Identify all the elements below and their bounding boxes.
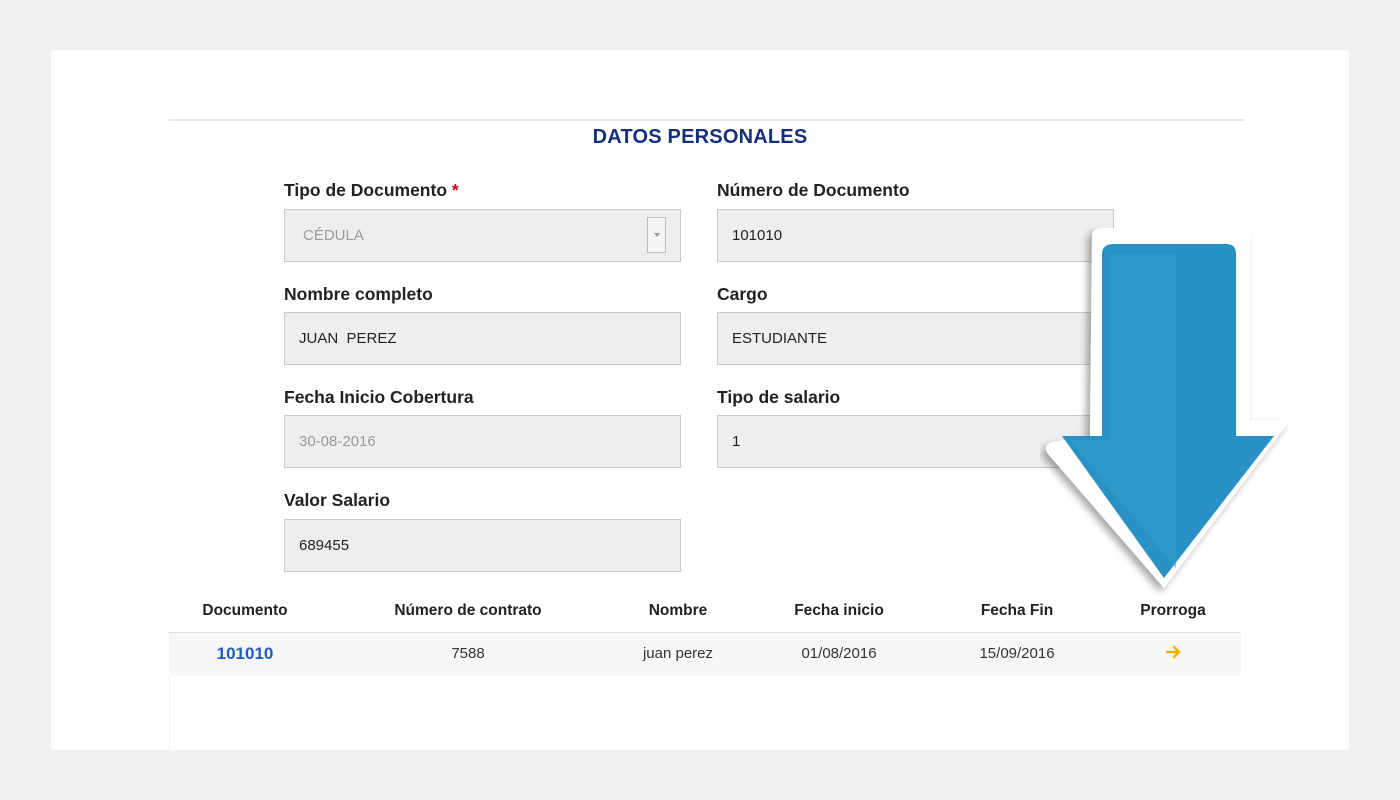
cargo-label: Cargo [717,284,768,304]
tipo-documento-label-text: Tipo de Documento [284,180,448,200]
tipo-documento-label: Tipo de Documento * [284,180,459,201]
column-header-fecha-fin: Fecha Fin [980,602,1054,619]
tipo-salario-label: Tipo de salario [717,387,841,407]
column-header-fecha-inicio: Fecha inicio [794,602,884,619]
tipo-documento-value: CÉDULA [303,227,364,244]
numero-documento-value: 101010 [732,227,783,244]
valor-salario-value: 689455 [299,537,350,554]
arrow-right-icon[interactable] [1166,644,1182,660]
tipo-documento-select[interactable]: CÉDULA [284,209,681,262]
column-header-prorroga: Prorroga [1140,602,1206,619]
divider [169,676,170,750]
nombre-completo-value: JUAN PEREZ [299,330,397,347]
nombre-cell: juan perez [642,645,714,662]
numero-documento-label: Número de Documento [717,180,910,200]
nombre-completo-field[interactable]: JUAN PEREZ [284,312,681,365]
cargo-value: ESTUDIANTE [732,330,828,347]
documento-link[interactable]: 101010 [217,644,274,664]
column-header-documento: Documento [202,602,288,619]
fecha-inicio-cobertura-value: 30-08-2016 [299,433,376,450]
column-header-nombre: Nombre [648,602,708,619]
chevron-down-icon[interactable] [647,217,666,253]
required-mark: * [451,180,459,200]
contrato-cell: 7588 [451,645,485,662]
nombre-completo-label: Nombre completo [284,284,433,304]
fecha-inicio-cell: 01/08/2016 [801,645,877,662]
section-title: DATOS PERSONALES [592,126,808,148]
down-arrow-callout-icon [1045,228,1288,588]
divider [169,119,1244,121]
tipo-salario-value: 1 [732,433,741,450]
column-header-numero-contrato: Número de contrato [394,602,542,619]
fecha-inicio-cobertura-label: Fecha Inicio Cobertura [284,387,474,407]
fecha-inicio-cobertura-field[interactable]: 30-08-2016 [284,415,681,468]
valor-salario-field[interactable]: 689455 [284,519,681,572]
fecha-fin-cell: 15/09/2016 [979,645,1055,662]
valor-salario-label: Valor Salario [284,490,391,510]
